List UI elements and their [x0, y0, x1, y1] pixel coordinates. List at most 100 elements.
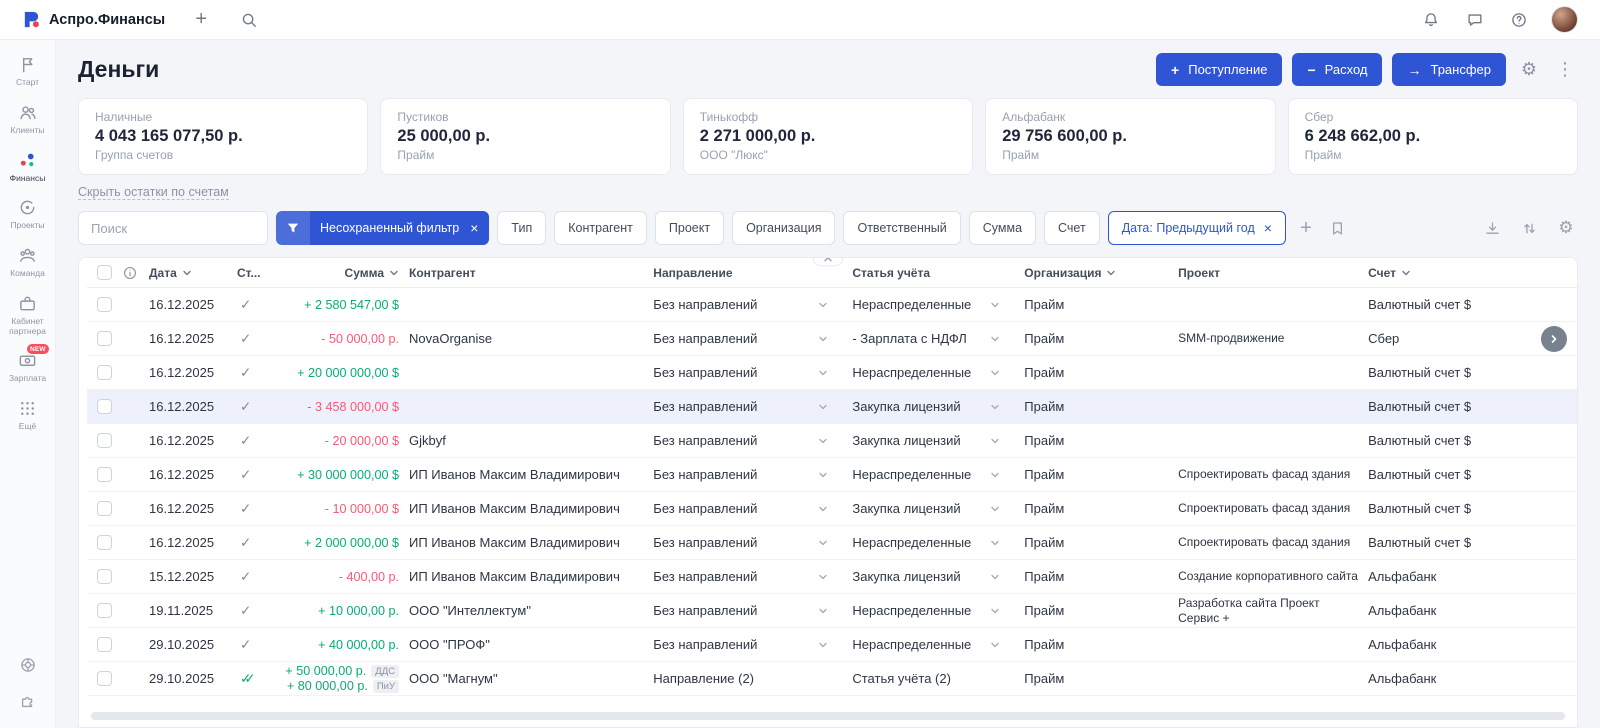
direction-select[interactable]: Без направлений [653, 399, 852, 414]
table-row[interactable]: 29.10.2025✓+ 40 000,00 р.ООО "ПРОФ"Без н… [87, 628, 1577, 662]
account-card[interactable]: Альфабанк29 756 600,00 р.Прайм [985, 98, 1275, 175]
direction-select[interactable]: Без направлений [653, 365, 852, 380]
messages-button[interactable] [1463, 8, 1487, 32]
direction-select[interactable]: Без направлений [653, 297, 852, 312]
row-checkbox[interactable] [97, 399, 112, 414]
filter-chip[interactable]: Ответственный [843, 211, 960, 245]
column-header-account[interactable]: Счет [1368, 266, 1531, 280]
category-select[interactable]: - Зарплата с НДФЛ [852, 331, 1024, 346]
row-checkbox[interactable] [97, 467, 112, 482]
support-icon[interactable] [19, 656, 37, 674]
sidebar-item-start[interactable]: Старт [0, 48, 55, 96]
info-icon[interactable] [123, 266, 137, 280]
row-checkbox[interactable] [97, 501, 112, 516]
category-select[interactable]: Нераспределенные [852, 365, 1024, 380]
quick-add-button[interactable]: + [189, 8, 213, 32]
integrations-icon[interactable] [19, 692, 37, 710]
account-card[interactable]: Сбер6 248 662,00 р.Прайм [1288, 98, 1578, 175]
search-button[interactable] [237, 8, 261, 32]
direction-select[interactable]: Без направлений [653, 433, 852, 448]
filter-chip[interactable]: Тип [497, 211, 546, 245]
search-input[interactable] [78, 211, 268, 245]
row-open-button[interactable] [1541, 326, 1567, 352]
table-row[interactable]: 16.12.2025✓- 10 000,00 $ИП Иванов Максим… [87, 492, 1577, 526]
filter-chip[interactable]: Контрагент [554, 211, 647, 245]
income-button[interactable]: +Поступление [1156, 53, 1282, 86]
sidebar-item-clients[interactable]: Клиенты [0, 96, 55, 144]
clear-filter-icon[interactable]: × [463, 220, 489, 236]
kebab-menu-icon[interactable]: ⋮ [1552, 57, 1578, 83]
category-select[interactable]: Нераспределенные [852, 637, 1024, 652]
direction-select[interactable]: Без направлений [653, 535, 852, 550]
table-row[interactable]: 15.12.2025✓- 400,00 р.ИП Иванов Максим В… [87, 560, 1577, 594]
table-row[interactable]: 16.12.2025✓+ 30 000 000,00 $ИП Иванов Ма… [87, 458, 1577, 492]
filter-chip[interactable]: Сумма [969, 211, 1036, 245]
collapse-table-button[interactable] [813, 257, 843, 266]
row-checkbox[interactable] [97, 331, 112, 346]
row-checkbox[interactable] [97, 671, 112, 686]
direction-select[interactable]: Без направлений [653, 331, 852, 346]
account-card[interactable]: Тинькофф2 271 000,00 р.ООО "Люкс" [683, 98, 973, 175]
category-select[interactable]: Закупка лицензий [852, 399, 1024, 414]
filter-chip[interactable]: Проект [655, 211, 724, 245]
account-card[interactable]: Наличные4 043 165 077,50 р.Группа счетов [78, 98, 368, 175]
help-button[interactable] [1507, 8, 1531, 32]
sidebar-item-projects[interactable]: Проекты [0, 191, 55, 239]
category-select[interactable]: Закупка лицензий [852, 501, 1024, 516]
page-settings-gear-icon[interactable]: ⚙ [1516, 57, 1542, 83]
column-header-organization[interactable]: Организация [1024, 266, 1178, 280]
row-checkbox[interactable] [97, 603, 112, 618]
category-select[interactable]: Закупка лицензий [852, 433, 1024, 448]
filter-chip[interactable]: Организация [732, 211, 835, 245]
direction-select[interactable]: Без направлений [653, 637, 852, 652]
sidebar-item-partner[interactable]: Кабинет партнера [0, 287, 55, 345]
category-select[interactable]: Нераспределенные [852, 535, 1024, 550]
clear-date-filter-icon[interactable]: × [1264, 220, 1272, 236]
category-select[interactable]: Нераспределенные [852, 467, 1024, 482]
sidebar-item-more[interactable]: Ещё [0, 392, 55, 440]
category-select[interactable]: Закупка лицензий [852, 569, 1024, 584]
sort-order-button[interactable] [1517, 216, 1541, 240]
horizontal-scrollbar[interactable] [91, 712, 1565, 720]
active-filter-pill[interactable]: Несохраненный фильтр × [276, 211, 489, 245]
row-checkbox[interactable] [97, 365, 112, 380]
direction-select[interactable]: Без направлений [653, 603, 852, 618]
notifications-button[interactable] [1419, 8, 1443, 32]
direction-select[interactable]: Без направлений [653, 569, 852, 584]
transfer-button[interactable]: →Трансфер [1392, 53, 1506, 86]
expense-button[interactable]: −Расход [1292, 53, 1382, 86]
save-filter-button[interactable] [1326, 216, 1350, 240]
row-checkbox[interactable] [97, 637, 112, 652]
table-row[interactable]: 16.12.2025✓+ 2 000 000,00 $ИП Иванов Мак… [87, 526, 1577, 560]
column-header-amount[interactable]: Сумма [281, 266, 409, 280]
table-row[interactable]: 16.12.2025✓- 50 000,00 р.NovaOrganiseБез… [87, 322, 1577, 356]
sidebar-item-salary[interactable]: NEWЗарплата [0, 344, 55, 392]
row-checkbox[interactable] [97, 535, 112, 550]
table-row[interactable]: 16.12.2025✓- 3 458 000,00 $Без направлен… [87, 390, 1577, 424]
row-checkbox[interactable] [97, 297, 112, 312]
table-row[interactable]: 16.12.2025✓+ 20 000 000,00 $Без направле… [87, 356, 1577, 390]
direction-select[interactable]: Без направлений [653, 501, 852, 516]
table-settings-gear-icon[interactable]: ⚙ [1554, 216, 1578, 240]
filter-chip[interactable]: Счет [1044, 211, 1100, 245]
sidebar-item-finances[interactable]: Финансы [0, 144, 55, 192]
category-select[interactable]: Нераспределенные [852, 603, 1024, 618]
date-filter-chip[interactable]: Дата: Предыдущий год × [1108, 211, 1286, 245]
row-checkbox[interactable] [97, 433, 112, 448]
row-checkbox[interactable] [97, 569, 112, 584]
add-filter-button[interactable]: + [1294, 216, 1318, 240]
table-row[interactable]: 29.10.2025✓✓+ 50 000,00 р.ДДС+ 80 000,00… [87, 662, 1577, 696]
table-row[interactable]: 16.12.2025✓+ 2 580 547,00 $Без направлен… [87, 288, 1577, 322]
category-select[interactable]: Нераспределенные [852, 297, 1024, 312]
hide-balances-link[interactable]: Скрыть остатки по счетам [78, 185, 229, 200]
account-card[interactable]: Пустиков25 000,00 р.Прайм [380, 98, 670, 175]
export-button[interactable] [1480, 216, 1504, 240]
cell-counterparty: ИП Иванов Максим Владимирович [409, 501, 653, 516]
select-all-checkbox[interactable] [97, 265, 112, 280]
column-header-date[interactable]: Дата [149, 266, 237, 280]
sidebar-item-team[interactable]: Команда [0, 239, 55, 287]
table-row[interactable]: 19.11.2025✓+ 10 000,00 р.ООО "Интеллекту… [87, 594, 1577, 628]
table-row[interactable]: 16.12.2025✓- 20 000,00 $GjkbyfБез направ… [87, 424, 1577, 458]
user-avatar[interactable] [1551, 6, 1578, 33]
direction-select[interactable]: Без направлений [653, 467, 852, 482]
